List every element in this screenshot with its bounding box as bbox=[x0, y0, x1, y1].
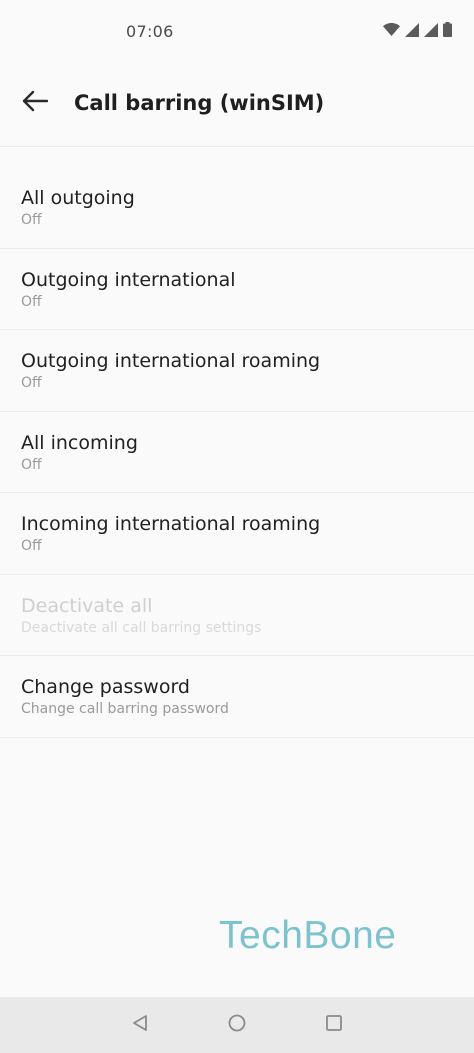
item-title: Change password bbox=[21, 676, 190, 698]
item-title: All incoming bbox=[21, 431, 138, 454]
status-icons bbox=[383, 22, 452, 37]
battery-icon bbox=[443, 22, 452, 37]
item-summary: Off bbox=[21, 456, 42, 473]
list-item-all-outgoing[interactable]: All outgoing Off bbox=[0, 167, 474, 249]
status-bar: 07:06 bbox=[0, 0, 474, 62]
item-title: Deactivate all bbox=[21, 594, 153, 617]
app-bar: Call barring (winSIM) bbox=[0, 62, 474, 147]
item-summary: Off bbox=[21, 375, 42, 391]
signal-icon bbox=[405, 22, 419, 37]
item-title: Outgoing international roaming bbox=[21, 350, 321, 372]
call-barring-list: All outgoing Off Outgoing international … bbox=[0, 167, 474, 738]
nav-home-button[interactable] bbox=[221, 1009, 253, 1041]
item-summary: Deactivate all call barring settings bbox=[21, 619, 262, 636]
home-circle-icon bbox=[227, 1013, 247, 1037]
nav-recents-button[interactable] bbox=[318, 1009, 350, 1041]
nav-back-button[interactable] bbox=[124, 1009, 156, 1041]
item-title: Outgoing international bbox=[21, 268, 236, 291]
page-title: Call barring (winSIM) bbox=[74, 91, 325, 115]
list-item-all-incoming[interactable]: All incoming Off bbox=[0, 412, 474, 493]
back-triangle-icon bbox=[131, 1014, 149, 1036]
list-item-outgoing-international[interactable]: Outgoing international Off bbox=[0, 249, 474, 330]
item-summary: Off bbox=[21, 293, 42, 310]
recents-square-icon bbox=[325, 1014, 343, 1036]
list-item-outgoing-international-roaming[interactable]: Outgoing international roaming Off bbox=[0, 330, 474, 412]
navigation-bar bbox=[0, 997, 474, 1053]
status-time: 07:06 bbox=[126, 22, 174, 41]
list-item-change-password[interactable]: Change password Change call barring pass… bbox=[0, 656, 474, 738]
item-summary: Off bbox=[21, 538, 42, 554]
signal-icon bbox=[424, 22, 438, 37]
item-summary: Change call barring password bbox=[21, 701, 229, 717]
item-title: All outgoing bbox=[21, 187, 135, 209]
list-item-incoming-international-roaming[interactable]: Incoming international roaming Off bbox=[0, 493, 474, 575]
list-item-deactivate-all: Deactivate all Deactivate all call barri… bbox=[0, 575, 474, 656]
watermark: TechBone bbox=[219, 914, 397, 957]
item-title: Incoming international roaming bbox=[21, 513, 321, 535]
item-summary: Off bbox=[21, 212, 42, 228]
arrow-back-icon bbox=[22, 90, 49, 116]
back-button[interactable] bbox=[14, 82, 56, 124]
wifi-icon bbox=[383, 23, 400, 36]
